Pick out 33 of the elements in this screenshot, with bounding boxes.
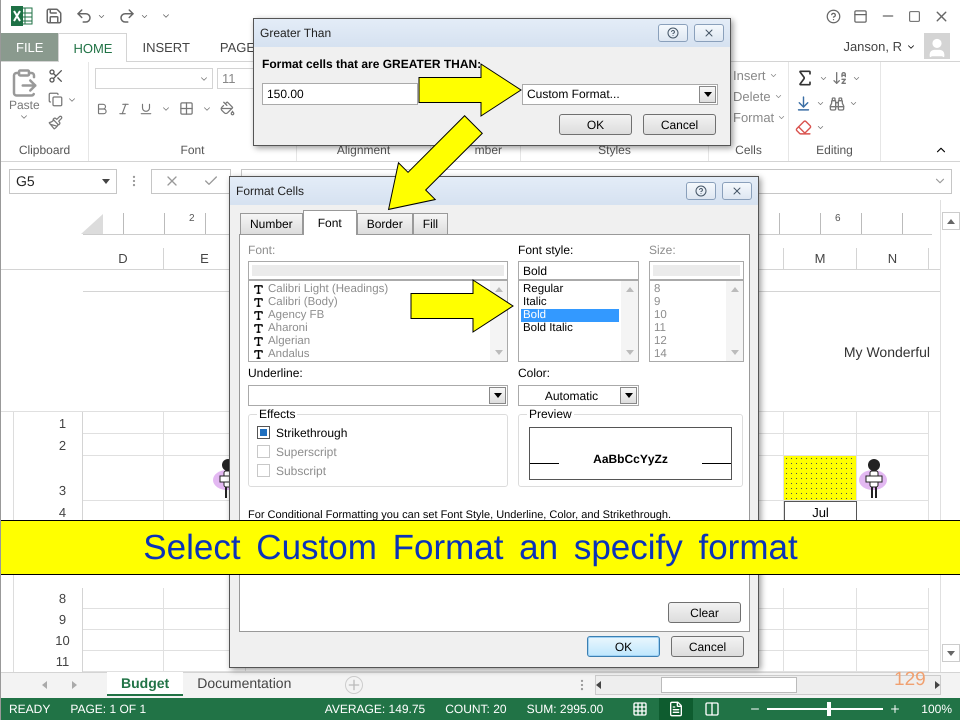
group-label: Cells bbox=[734, 143, 763, 159]
group-label: Font bbox=[179, 143, 206, 159]
field-label: Size: bbox=[649, 243, 677, 259]
group-label: mber bbox=[474, 143, 503, 159]
status-text: SUM: 2995.00 bbox=[526, 702, 604, 716]
group-label: Alignment bbox=[336, 143, 392, 159]
group-title: Effects bbox=[258, 407, 296, 421]
caption-text: Select Custom Format an specify format bbox=[143, 528, 798, 568]
dialog-title: Greater Than bbox=[260, 26, 332, 40]
group-title: Preview bbox=[528, 407, 573, 421]
field-label: Color: bbox=[518, 366, 552, 382]
dialog-title: Format Cells bbox=[236, 184, 306, 198]
status-text: AVERAGE: 149.75 bbox=[324, 702, 426, 716]
ruler-number: 2 bbox=[189, 213, 197, 224]
checkbox-label: Subscript bbox=[276, 464, 326, 478]
checkbox-label: Superscript bbox=[276, 444, 337, 458]
group-label: Editing bbox=[815, 143, 854, 159]
info-text: For Conditional Formatting you can set Font Style, Underline, Color, and Strikethrough. bbox=[248, 509, 672, 521]
slide-number: 129 bbox=[894, 669, 926, 691]
status-text: PAGE: 1 OF 1 bbox=[70, 702, 146, 716]
preview-sample: AaBbCcYyZz bbox=[592, 452, 669, 466]
field-label: Font: bbox=[248, 243, 276, 259]
checkbox-label: Strikethrough bbox=[276, 426, 348, 440]
group-label: Clipboard bbox=[18, 143, 72, 159]
status-text: READY bbox=[9, 702, 50, 716]
field-label: Font style: bbox=[518, 243, 574, 259]
field-label: Underline: bbox=[248, 366, 304, 382]
status-text: COUNT: 20 bbox=[445, 702, 507, 716]
group-label: Styles bbox=[597, 143, 632, 159]
zoom-level: 100% bbox=[921, 702, 952, 716]
page-header-text: My Wonderful bbox=[844, 344, 930, 360]
ruler-number: 6 bbox=[835, 213, 843, 224]
dialog-prompt: Format cells that are GREATER THAN: bbox=[262, 57, 482, 71]
